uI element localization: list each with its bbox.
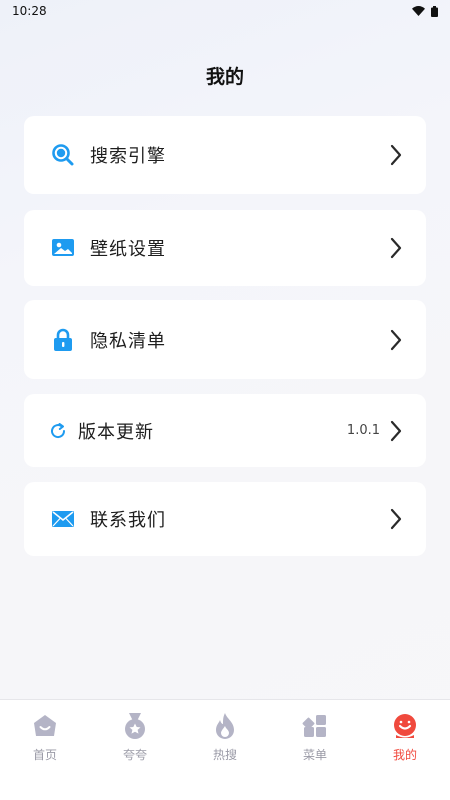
menu-item-version-update[interactable]: 版本更新 1.0.1 — [24, 394, 426, 467]
wifi-icon — [412, 6, 425, 16]
tab-trending[interactable]: 热搜 — [180, 700, 270, 800]
menu-item-search-engine[interactable]: 搜索引擎 — [24, 116, 426, 194]
profile-icon — [391, 712, 419, 740]
chevron-right-icon — [388, 236, 404, 260]
battery-icon — [431, 5, 438, 17]
menu-item-label: 版本更新 — [78, 421, 154, 443]
grid-menu-icon — [301, 712, 329, 740]
flame-icon — [211, 712, 239, 740]
wallpaper-image-icon — [50, 235, 76, 261]
home-icon — [31, 712, 59, 740]
tab-label: 菜单 — [302, 748, 327, 762]
tab-label: 夸夸 — [122, 748, 147, 762]
status-time: 10:28 — [12, 4, 47, 18]
menu-item-label: 搜索引擎 — [90, 146, 166, 167]
menu-item-contact-us[interactable]: 联系我们 — [24, 482, 426, 556]
chevron-right-icon — [388, 507, 404, 531]
menu-item-label: 隐私清单 — [90, 330, 166, 352]
tab-label: 我的 — [392, 748, 417, 762]
chevron-right-icon — [388, 143, 404, 167]
tab-label: 首页 — [32, 748, 57, 762]
tab-label: 热搜 — [212, 748, 237, 762]
menu-item-privacy-list[interactable]: 隐私清单 — [24, 300, 426, 379]
tab-mine[interactable]: 我的 — [360, 700, 450, 800]
tab-menu[interactable]: 菜单 — [270, 700, 360, 800]
bottom-tab-bar: 首页 夸夸 热搜 菜单 我的 — [0, 699, 450, 800]
lock-icon — [50, 327, 76, 353]
chevron-right-icon — [388, 328, 404, 352]
status-icons — [412, 5, 438, 17]
tab-home[interactable]: 首页 — [0, 700, 90, 800]
version-number: 1.0.1 — [346, 423, 380, 438]
menu-item-wallpaper[interactable]: 壁纸设置 — [24, 210, 426, 286]
mail-icon — [50, 506, 76, 532]
menu-item-label: 壁纸设置 — [90, 239, 166, 260]
page-title: 我的 — [205, 66, 244, 88]
menu-item-label: 联系我们 — [90, 510, 166, 531]
medal-icon — [121, 712, 149, 740]
status-bar: 10:28 — [0, 0, 450, 22]
search-icon — [50, 142, 76, 168]
refresh-icon — [48, 418, 68, 444]
tab-praise[interactable]: 夸夸 — [90, 700, 180, 800]
chevron-right-icon — [388, 419, 404, 443]
